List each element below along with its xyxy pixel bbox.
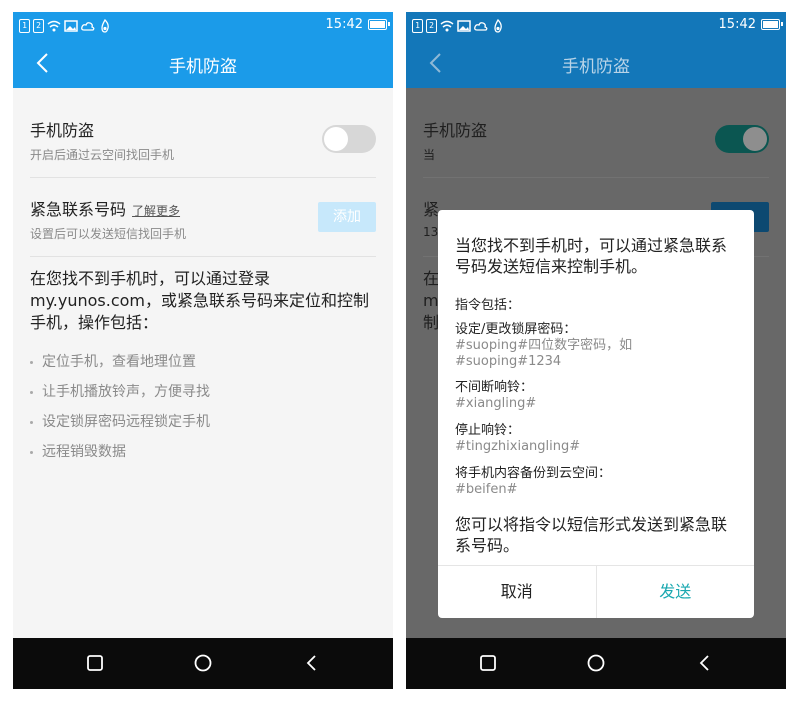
- status-bar: 1 2 15:42: [406, 12, 786, 39]
- sms-commands-dialog: 当您找不到手机时，可以通过紧急联系号码发送短信来控制手机。 指令包括： 设定/更…: [438, 210, 754, 618]
- back-nav-icon[interactable]: [694, 652, 716, 674]
- back-nav-icon[interactable]: [301, 652, 323, 674]
- list-item: 定位手机，查看地理位置: [30, 351, 210, 381]
- list-item: 设定锁屏密码远程锁定手机: [30, 411, 210, 441]
- sim1-icon: 1: [19, 18, 30, 33]
- image-icon: [457, 19, 471, 32]
- command-label: 将手机内容备份到云空间：: [455, 466, 612, 481]
- command-item: 设定/更改锁屏密码： #suoping#四位数字密码，如 #suoping#12…: [455, 322, 740, 370]
- wifi-icon: [440, 20, 454, 31]
- cancel-button[interactable]: 取消: [438, 566, 597, 618]
- anti-theft-subtitle: 开启后通过云空间找回手机: [30, 148, 175, 162]
- dialog-intro: 当您找不到手机时，可以通过紧急联系号码发送短信来控制手机。: [455, 236, 728, 276]
- command-code: #xiangling#: [455, 396, 537, 411]
- status-time: 15:42: [325, 17, 363, 32]
- cloud-icon: [81, 21, 95, 31]
- emergency-contact-subtitle: 设置后可以发送短信找回手机: [30, 227, 187, 241]
- content: 手机防盗 开启后通过云空间找回手机 紧急联系号码 了解更多 设置后可以发送短信找回…: [13, 88, 393, 638]
- anti-theft-toggle[interactable]: [322, 125, 376, 153]
- list-item: 让手机播放铃声，方便寻找: [30, 381, 210, 411]
- anti-theft-row[interactable]: 手机防盗 开启后通过云空间找回手机: [30, 99, 376, 178]
- anti-theft-title: 手机防盗: [30, 121, 95, 140]
- emergency-contact-title: 紧急联系号码: [30, 200, 127, 219]
- image-icon: [64, 19, 78, 32]
- sim2-icon: 2: [426, 18, 437, 33]
- learn-more-link[interactable]: 了解更多: [132, 204, 180, 218]
- description-text: 在您找不到手机时，可以通过登录my.yunos.com，或紧急联系号码来定位和控…: [30, 269, 369, 332]
- dialog-buttons: 取消 发送: [438, 565, 754, 618]
- send-button[interactable]: 发送: [597, 566, 755, 618]
- command-code: #suoping#四位数字密码，如 #suoping#1234: [455, 338, 633, 369]
- sim1-icon: 1: [412, 18, 423, 33]
- command-item: 将手机内容备份到云空间： #beifen#: [455, 466, 740, 498]
- nav-bar: 手机防盗: [406, 39, 786, 88]
- system-nav-bar: [406, 638, 786, 689]
- toggle-knob: [324, 127, 348, 151]
- status-bar: 1 2 15:42: [13, 12, 393, 39]
- feature-list: 定位手机，查看地理位置 让手机播放铃声，方便寻找 设定锁屏密码远程锁定手机 远程…: [30, 351, 210, 471]
- command-label: 设定/更改锁屏密码：: [455, 322, 577, 337]
- content: 手机防盗 当 紧 13 在 m 制 当您找不到手机时，可以通过紧急联系号码发送短…: [406, 88, 786, 689]
- commands-header: 指令包括：: [455, 298, 521, 313]
- emergency-contact-row: 紧急联系号码 了解更多 设置后可以发送短信找回手机 添加: [30, 178, 376, 257]
- status-time: 15:42: [718, 17, 756, 32]
- page-title: 手机防盗: [169, 57, 237, 77]
- command-code: #tingzhixiangling#: [455, 439, 581, 454]
- flame-icon: [101, 18, 109, 33]
- battery-icon: [761, 19, 783, 30]
- home-icon[interactable]: [585, 652, 607, 674]
- battery-icon: [368, 19, 390, 30]
- recent-apps-icon[interactable]: [84, 652, 106, 674]
- command-label: 不间断响铃：: [455, 380, 534, 395]
- phone-screen-right: 1 2 15:42 手机防盗 手机防盗 当 紧 13 在 m 制 当您找不到手机…: [406, 12, 786, 689]
- cloud-icon: [474, 21, 488, 31]
- recent-apps-icon[interactable]: [477, 652, 499, 674]
- nav-bar: 手机防盗: [13, 39, 393, 88]
- sim2-icon: 2: [33, 18, 44, 33]
- home-icon[interactable]: [192, 652, 214, 674]
- dialog-footer: 您可以将指令以短信形式发送到紧急联系号码。: [455, 515, 728, 555]
- command-label: 停止响铃：: [455, 423, 521, 438]
- list-item: 远程销毁数据: [30, 441, 210, 471]
- command-item: 停止响铃： #tingzhixiangling#: [455, 423, 740, 455]
- flame-icon: [494, 18, 502, 33]
- phone-screen-left: 1 2 15:42 手机防盗 手机防盗 开启后通过云空间找回手机 紧急联系号码了…: [13, 12, 393, 689]
- system-nav-bar: [13, 638, 393, 689]
- wifi-icon: [47, 20, 61, 31]
- page-title: 手机防盗: [562, 57, 630, 77]
- command-code: #beifen#: [455, 482, 518, 497]
- add-button[interactable]: 添加: [318, 202, 376, 232]
- command-item: 不间断响铃： #xiangling#: [455, 380, 740, 412]
